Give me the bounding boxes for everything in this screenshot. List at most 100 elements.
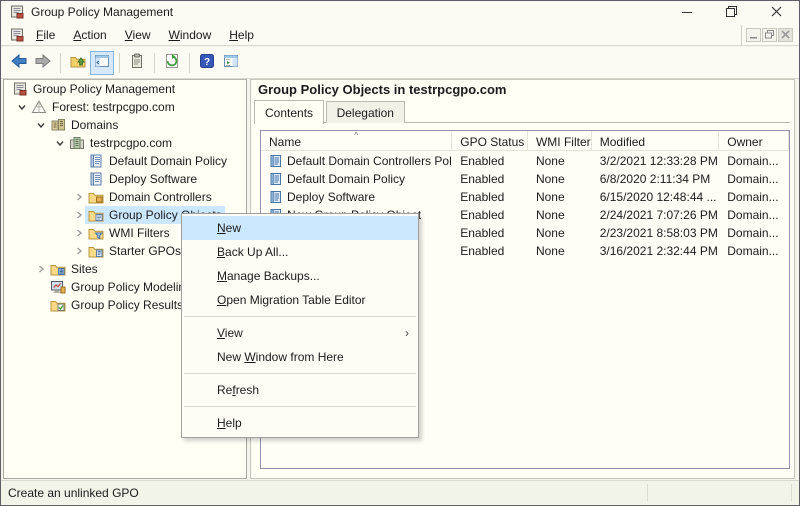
cell-gpo-status: Enabled xyxy=(452,190,528,204)
menu-help[interactable]: Help xyxy=(220,25,263,45)
tree-item-testrpcgpo-com[interactable]: testrpcgpo.com xyxy=(4,134,246,152)
svg-text:?: ? xyxy=(204,57,210,68)
cell-owner: Domain... xyxy=(719,172,789,186)
tree-item-label: Domains xyxy=(71,118,118,132)
gpo-name-cell: Default Domain Policy xyxy=(261,172,452,186)
cell-gpo-status: Enabled xyxy=(452,172,528,186)
statusbar-divider xyxy=(647,484,648,501)
minimize-button[interactable] xyxy=(664,1,709,24)
tree-item-domains[interactable]: Domains xyxy=(4,116,246,134)
close-icon xyxy=(781,28,790,42)
gpo-item-icon xyxy=(269,154,283,168)
maximize-button[interactable] xyxy=(709,1,754,24)
restore-icon xyxy=(726,6,737,20)
menubar: FileActionViewWindowHelp xyxy=(1,24,799,46)
mdi-restore-button[interactable] xyxy=(762,28,777,42)
table-row[interactable]: Default Domain PolicyEnabledNone6/8/2020… xyxy=(261,170,789,188)
tree-item-label: Sites xyxy=(71,262,98,276)
chevron-right-icon[interactable] xyxy=(70,246,88,256)
properties-button[interactable] xyxy=(125,51,149,75)
up-one-level-button[interactable] xyxy=(66,51,90,75)
folder-wmi-icon xyxy=(88,225,104,241)
menu-item-help[interactable]: Help xyxy=(182,411,418,435)
table-row[interactable]: Deploy SoftwareEnabledNone6/15/2020 12:4… xyxy=(261,188,789,206)
tab-delegation[interactable]: Delegation xyxy=(326,101,405,123)
menu-item-open-migration-table-editor[interactable]: Open Migration Table Editor xyxy=(182,288,418,312)
gpmc-app-icon xyxy=(9,4,25,23)
chevron-down-icon[interactable] xyxy=(51,138,69,148)
cell-modified: 2/24/2021 7:07:26 PM xyxy=(592,208,720,222)
column-header-modified[interactable]: Modified xyxy=(592,131,720,151)
chevron-right-icon[interactable] xyxy=(32,264,50,274)
menu-item-view[interactable]: View› xyxy=(182,321,418,345)
mdi-close-button[interactable] xyxy=(778,28,793,42)
cell-owner: Domain... xyxy=(719,154,789,168)
tree-item-domain-controllers[interactable]: Domain Controllers xyxy=(4,188,246,206)
toolbar-separator xyxy=(154,53,155,73)
close-button[interactable] xyxy=(754,1,799,24)
titlebar: Group Policy Management xyxy=(1,1,799,24)
tree-item-deploy-software[interactable]: Deploy Software xyxy=(4,170,246,188)
tree-item-label: Deploy Software xyxy=(109,172,197,186)
mdi-minimize-button[interactable] xyxy=(746,28,761,42)
close-icon xyxy=(771,6,782,20)
menu-action[interactable]: Action xyxy=(64,25,115,45)
cell-gpo-status: Enabled xyxy=(452,154,528,168)
console-tree-icon xyxy=(94,53,110,72)
column-header-wmi-filter[interactable]: WMI Filter xyxy=(528,131,592,151)
modeling-icon xyxy=(50,279,66,295)
cell-wmi-filter: None xyxy=(528,244,592,258)
show-console-tree-button[interactable] xyxy=(90,51,114,75)
tree-item-label: Group Policy Modeling xyxy=(71,280,192,294)
menu-view[interactable]: View xyxy=(116,25,160,45)
tree-item-label: Group Policy Results xyxy=(71,298,183,312)
column-header-gpo-status[interactable]: GPO Status xyxy=(452,131,528,151)
cell-wmi-filter: None xyxy=(528,154,592,168)
chevron-right-icon[interactable] xyxy=(70,192,88,202)
menu-item-back-up-all[interactable]: Back Up All... xyxy=(182,240,418,264)
cell-modified: 6/8/2020 2:11:34 PM xyxy=(592,172,720,186)
tree-item-default-domain-policy[interactable]: Default Domain Policy xyxy=(4,152,246,170)
menu-separator xyxy=(184,316,416,317)
menu-separator xyxy=(184,373,416,374)
menu-item-new-window-from-here[interactable]: New Window from Here xyxy=(182,345,418,369)
chevron-down-icon[interactable] xyxy=(32,120,50,130)
column-header-owner[interactable]: Owner xyxy=(719,131,789,151)
gpo-icon xyxy=(88,171,104,187)
cell-owner: Domain... xyxy=(719,244,789,258)
results-icon xyxy=(50,297,66,313)
folder-sites-icon xyxy=(50,261,66,277)
tree-item-label: WMI Filters xyxy=(109,226,170,240)
tab-contents[interactable]: Contents xyxy=(254,100,324,124)
tree-item-group-policy-management[interactable]: Group Policy Management xyxy=(4,80,246,98)
forward-button[interactable] xyxy=(31,51,55,75)
sort-ascending-icon: ^ xyxy=(354,130,358,140)
tree-item-label: Starter GPOs xyxy=(109,244,181,258)
list-header: NameGPO StatusWMI FilterModifiedOwner xyxy=(261,131,789,151)
gpmc-icon xyxy=(12,81,28,97)
show-action-pane-button[interactable] xyxy=(219,51,243,75)
tree-item-forest-testrpcgpo-com[interactable]: Forest: testrpcgpo.com xyxy=(4,98,246,116)
back-button[interactable] xyxy=(7,51,31,75)
table-row[interactable]: Default Domain Controllers PolicyEnabled… xyxy=(261,152,789,170)
menu-item-manage-backups[interactable]: Manage Backups... xyxy=(182,264,418,288)
cell-modified: 2/23/2021 8:58:03 PM xyxy=(592,226,720,240)
folder-gpo-icon xyxy=(88,207,104,223)
gpmc-app-icon-small xyxy=(9,27,25,46)
menu-file[interactable]: File xyxy=(27,25,64,45)
submenu-arrow-icon: › xyxy=(405,321,409,345)
menu-window[interactable]: Window xyxy=(160,25,221,45)
domains-icon xyxy=(50,117,66,133)
refresh-button[interactable] xyxy=(160,51,184,75)
up-one-level-icon xyxy=(70,53,86,72)
gpo-item-icon xyxy=(269,190,283,204)
menu-item-new[interactable]: New xyxy=(182,216,418,240)
chevron-right-icon[interactable] xyxy=(70,228,88,238)
gpo-name-cell: Default Domain Controllers Policy xyxy=(261,154,452,168)
tree-item-label: Forest: testrpcgpo.com xyxy=(52,100,175,114)
cell-wmi-filter: None xyxy=(528,208,592,222)
restore-icon xyxy=(765,28,774,42)
chevron-down-icon[interactable] xyxy=(13,102,31,112)
help-button[interactable]: ? xyxy=(195,51,219,75)
menu-item-refresh[interactable]: Refresh xyxy=(182,378,418,402)
